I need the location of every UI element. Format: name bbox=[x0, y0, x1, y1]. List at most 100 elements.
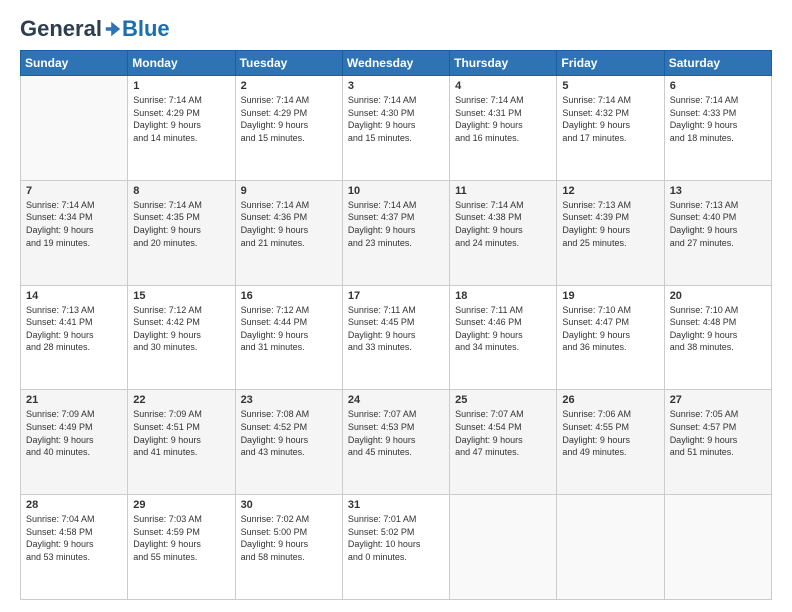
calendar-table: SundayMondayTuesdayWednesdayThursdayFrid… bbox=[20, 50, 772, 600]
day-number: 2 bbox=[241, 80, 337, 92]
calendar-week-row: 21Sunrise: 7:09 AMSunset: 4:49 PMDayligh… bbox=[21, 390, 772, 495]
calendar-day-cell: 5 Sunrise: 7:14 AMSunset: 4:32 PMDaylight… bbox=[557, 76, 664, 181]
day-info: Sunrise: 7:14 AMSunset: 4:29 PMDaylight:… bbox=[241, 94, 337, 144]
calendar-day-cell: 20 Sunrise: 7:10 AMSunset: 4:48 PMDayligh… bbox=[664, 285, 771, 390]
day-info: Sunrise: 7:12 AMSunset: 4:44 PMDaylight:… bbox=[241, 304, 337, 354]
calendar-day-cell bbox=[557, 495, 664, 600]
day-info: Sunrise: 7:01 AMSunset: 5:02 PMDaylight:… bbox=[348, 513, 444, 563]
day-info: Sunrise: 7:13 AMSunset: 4:40 PMDaylight:… bbox=[670, 199, 766, 249]
calendar-day-cell bbox=[450, 495, 557, 600]
day-number: 17 bbox=[348, 290, 444, 302]
weekday-header-saturday: Saturday bbox=[664, 51, 771, 76]
day-number: 5 bbox=[562, 80, 658, 92]
day-number: 6 bbox=[670, 80, 766, 92]
page: GeneralBlue SundayMondayTuesdayWednesday… bbox=[0, 0, 792, 612]
day-number: 22 bbox=[133, 394, 229, 406]
day-number: 16 bbox=[241, 290, 337, 302]
day-info: Sunrise: 7:10 AMSunset: 4:47 PMDaylight:… bbox=[562, 304, 658, 354]
day-number: 28 bbox=[26, 499, 122, 511]
calendar-day-cell: 22Sunrise: 7:09 AMSunset: 4:51 PMDayligh… bbox=[128, 390, 235, 495]
calendar-day-cell: 15Sunrise: 7:12 AMSunset: 4:42 PMDayligh… bbox=[128, 285, 235, 390]
day-info: Sunrise: 7:08 AMSunset: 4:52 PMDaylight:… bbox=[241, 408, 337, 458]
day-info: Sunrise: 7:04 AMSunset: 4:58 PMDaylight:… bbox=[26, 513, 122, 563]
day-info: Sunrise: 7:05 AMSunset: 4:57 PMDaylight:… bbox=[670, 408, 766, 458]
calendar-day-cell: 18Sunrise: 7:11 AMSunset: 4:46 PMDayligh… bbox=[450, 285, 557, 390]
weekday-header-sunday: Sunday bbox=[21, 51, 128, 76]
calendar-day-cell: 30 Sunrise: 7:02 AMSunset: 5:00 PMDayligh… bbox=[235, 495, 342, 600]
header: GeneralBlue bbox=[20, 16, 772, 42]
weekday-header-row: SundayMondayTuesdayWednesdayThursdayFrid… bbox=[21, 51, 772, 76]
day-number: 15 bbox=[133, 290, 229, 302]
day-number: 8 bbox=[133, 185, 229, 197]
weekday-header-tuesday: Tuesday bbox=[235, 51, 342, 76]
day-info: Sunrise: 7:07 AMSunset: 4:54 PMDaylight:… bbox=[455, 408, 551, 458]
calendar-day-cell: 23 Sunrise: 7:08 AMSunset: 4:52 PMDayligh… bbox=[235, 390, 342, 495]
logo-icon bbox=[104, 20, 122, 38]
calendar-day-cell bbox=[664, 495, 771, 600]
day-number: 14 bbox=[26, 290, 122, 302]
calendar-day-cell: 6 Sunrise: 7:14 AMSunset: 4:33 PMDaylight… bbox=[664, 76, 771, 181]
day-info: Sunrise: 7:11 AMSunset: 4:45 PMDaylight:… bbox=[348, 304, 444, 354]
calendar-day-cell: 25 Sunrise: 7:07 AMSunset: 4:54 PMDayligh… bbox=[450, 390, 557, 495]
day-info: Sunrise: 7:14 AMSunset: 4:33 PMDaylight:… bbox=[670, 94, 766, 144]
calendar-day-cell: 26Sunrise: 7:06 AMSunset: 4:55 PMDayligh… bbox=[557, 390, 664, 495]
calendar-day-cell: 19Sunrise: 7:10 AMSunset: 4:47 PMDayligh… bbox=[557, 285, 664, 390]
calendar-day-cell: 8 Sunrise: 7:14 AMSunset: 4:35 PMDaylight… bbox=[128, 180, 235, 285]
calendar-day-cell: 17 Sunrise: 7:11 AMSunset: 4:45 PMDayligh… bbox=[342, 285, 449, 390]
day-number: 12 bbox=[562, 185, 658, 197]
day-info: Sunrise: 7:14 AMSunset: 4:36 PMDaylight:… bbox=[241, 199, 337, 249]
day-info: Sunrise: 7:10 AMSunset: 4:48 PMDaylight:… bbox=[670, 304, 766, 354]
day-info: Sunrise: 7:14 AMSunset: 4:37 PMDaylight:… bbox=[348, 199, 444, 249]
day-info: Sunrise: 7:13 AMSunset: 4:39 PMDaylight:… bbox=[562, 199, 658, 249]
day-info: Sunrise: 7:03 AMSunset: 4:59 PMDaylight:… bbox=[133, 513, 229, 563]
weekday-header-wednesday: Wednesday bbox=[342, 51, 449, 76]
calendar-day-cell: 1 Sunrise: 7:14 AMSunset: 4:29 PMDaylight… bbox=[128, 76, 235, 181]
calendar-day-cell: 31Sunrise: 7:01 AMSunset: 5:02 PMDayligh… bbox=[342, 495, 449, 600]
day-info: Sunrise: 7:13 AMSunset: 4:41 PMDaylight:… bbox=[26, 304, 122, 354]
calendar-week-row: 28 Sunrise: 7:04 AMSunset: 4:58 PMDayligh… bbox=[21, 495, 772, 600]
day-number: 20 bbox=[670, 290, 766, 302]
day-info: Sunrise: 7:14 AMSunset: 4:35 PMDaylight:… bbox=[133, 199, 229, 249]
day-number: 26 bbox=[562, 394, 658, 406]
day-number: 30 bbox=[241, 499, 337, 511]
logo: GeneralBlue bbox=[20, 16, 170, 42]
calendar-day-cell: 16 Sunrise: 7:12 AMSunset: 4:44 PMDayligh… bbox=[235, 285, 342, 390]
calendar-day-cell: 14 Sunrise: 7:13 AMSunset: 4:41 PMDayligh… bbox=[21, 285, 128, 390]
day-info: Sunrise: 7:14 AMSunset: 4:32 PMDaylight:… bbox=[562, 94, 658, 144]
day-info: Sunrise: 7:02 AMSunset: 5:00 PMDaylight:… bbox=[241, 513, 337, 563]
calendar-day-cell: 2 Sunrise: 7:14 AMSunset: 4:29 PMDaylight… bbox=[235, 76, 342, 181]
calendar-day-cell: 13Sunrise: 7:13 AMSunset: 4:40 PMDayligh… bbox=[664, 180, 771, 285]
day-info: Sunrise: 7:07 AMSunset: 4:53 PMDaylight:… bbox=[348, 408, 444, 458]
weekday-header-thursday: Thursday bbox=[450, 51, 557, 76]
day-info: Sunrise: 7:14 AMSunset: 4:34 PMDaylight:… bbox=[26, 199, 122, 249]
calendar-week-row: 7 Sunrise: 7:14 AMSunset: 4:34 PMDaylight… bbox=[21, 180, 772, 285]
calendar-day-cell: 3Sunrise: 7:14 AMSunset: 4:30 PMDaylight… bbox=[342, 76, 449, 181]
logo-blue-text: Blue bbox=[122, 16, 170, 42]
calendar-day-cell: 27Sunrise: 7:05 AMSunset: 4:57 PMDayligh… bbox=[664, 390, 771, 495]
weekday-header-friday: Friday bbox=[557, 51, 664, 76]
calendar-week-row: 1 Sunrise: 7:14 AMSunset: 4:29 PMDaylight… bbox=[21, 76, 772, 181]
day-number: 9 bbox=[241, 185, 337, 197]
day-info: Sunrise: 7:14 AMSunset: 4:38 PMDaylight:… bbox=[455, 199, 551, 249]
calendar-day-cell: 12 Sunrise: 7:13 AMSunset: 4:39 PMDayligh… bbox=[557, 180, 664, 285]
day-number: 25 bbox=[455, 394, 551, 406]
day-number: 3 bbox=[348, 80, 444, 92]
day-number: 23 bbox=[241, 394, 337, 406]
calendar-day-cell: 29 Sunrise: 7:03 AMSunset: 4:59 PMDayligh… bbox=[128, 495, 235, 600]
calendar-day-cell: 24 Sunrise: 7:07 AMSunset: 4:53 PMDayligh… bbox=[342, 390, 449, 495]
calendar-day-cell: 11 Sunrise: 7:14 AMSunset: 4:38 PMDayligh… bbox=[450, 180, 557, 285]
day-info: Sunrise: 7:14 AMSunset: 4:31 PMDaylight:… bbox=[455, 94, 551, 144]
day-number: 11 bbox=[455, 185, 551, 197]
day-number: 24 bbox=[348, 394, 444, 406]
day-number: 29 bbox=[133, 499, 229, 511]
day-number: 1 bbox=[133, 80, 229, 92]
calendar-day-cell: 9 Sunrise: 7:14 AMSunset: 4:36 PMDaylight… bbox=[235, 180, 342, 285]
calendar-day-cell: 7 Sunrise: 7:14 AMSunset: 4:34 PMDaylight… bbox=[21, 180, 128, 285]
day-number: 10 bbox=[348, 185, 444, 197]
weekday-header-monday: Monday bbox=[128, 51, 235, 76]
day-number: 18 bbox=[455, 290, 551, 302]
day-info: Sunrise: 7:14 AMSunset: 4:29 PMDaylight:… bbox=[133, 94, 229, 144]
day-number: 7 bbox=[26, 185, 122, 197]
calendar-day-cell: 28 Sunrise: 7:04 AMSunset: 4:58 PMDayligh… bbox=[21, 495, 128, 600]
calendar-day-cell: 10 Sunrise: 7:14 AMSunset: 4:37 PMDayligh… bbox=[342, 180, 449, 285]
